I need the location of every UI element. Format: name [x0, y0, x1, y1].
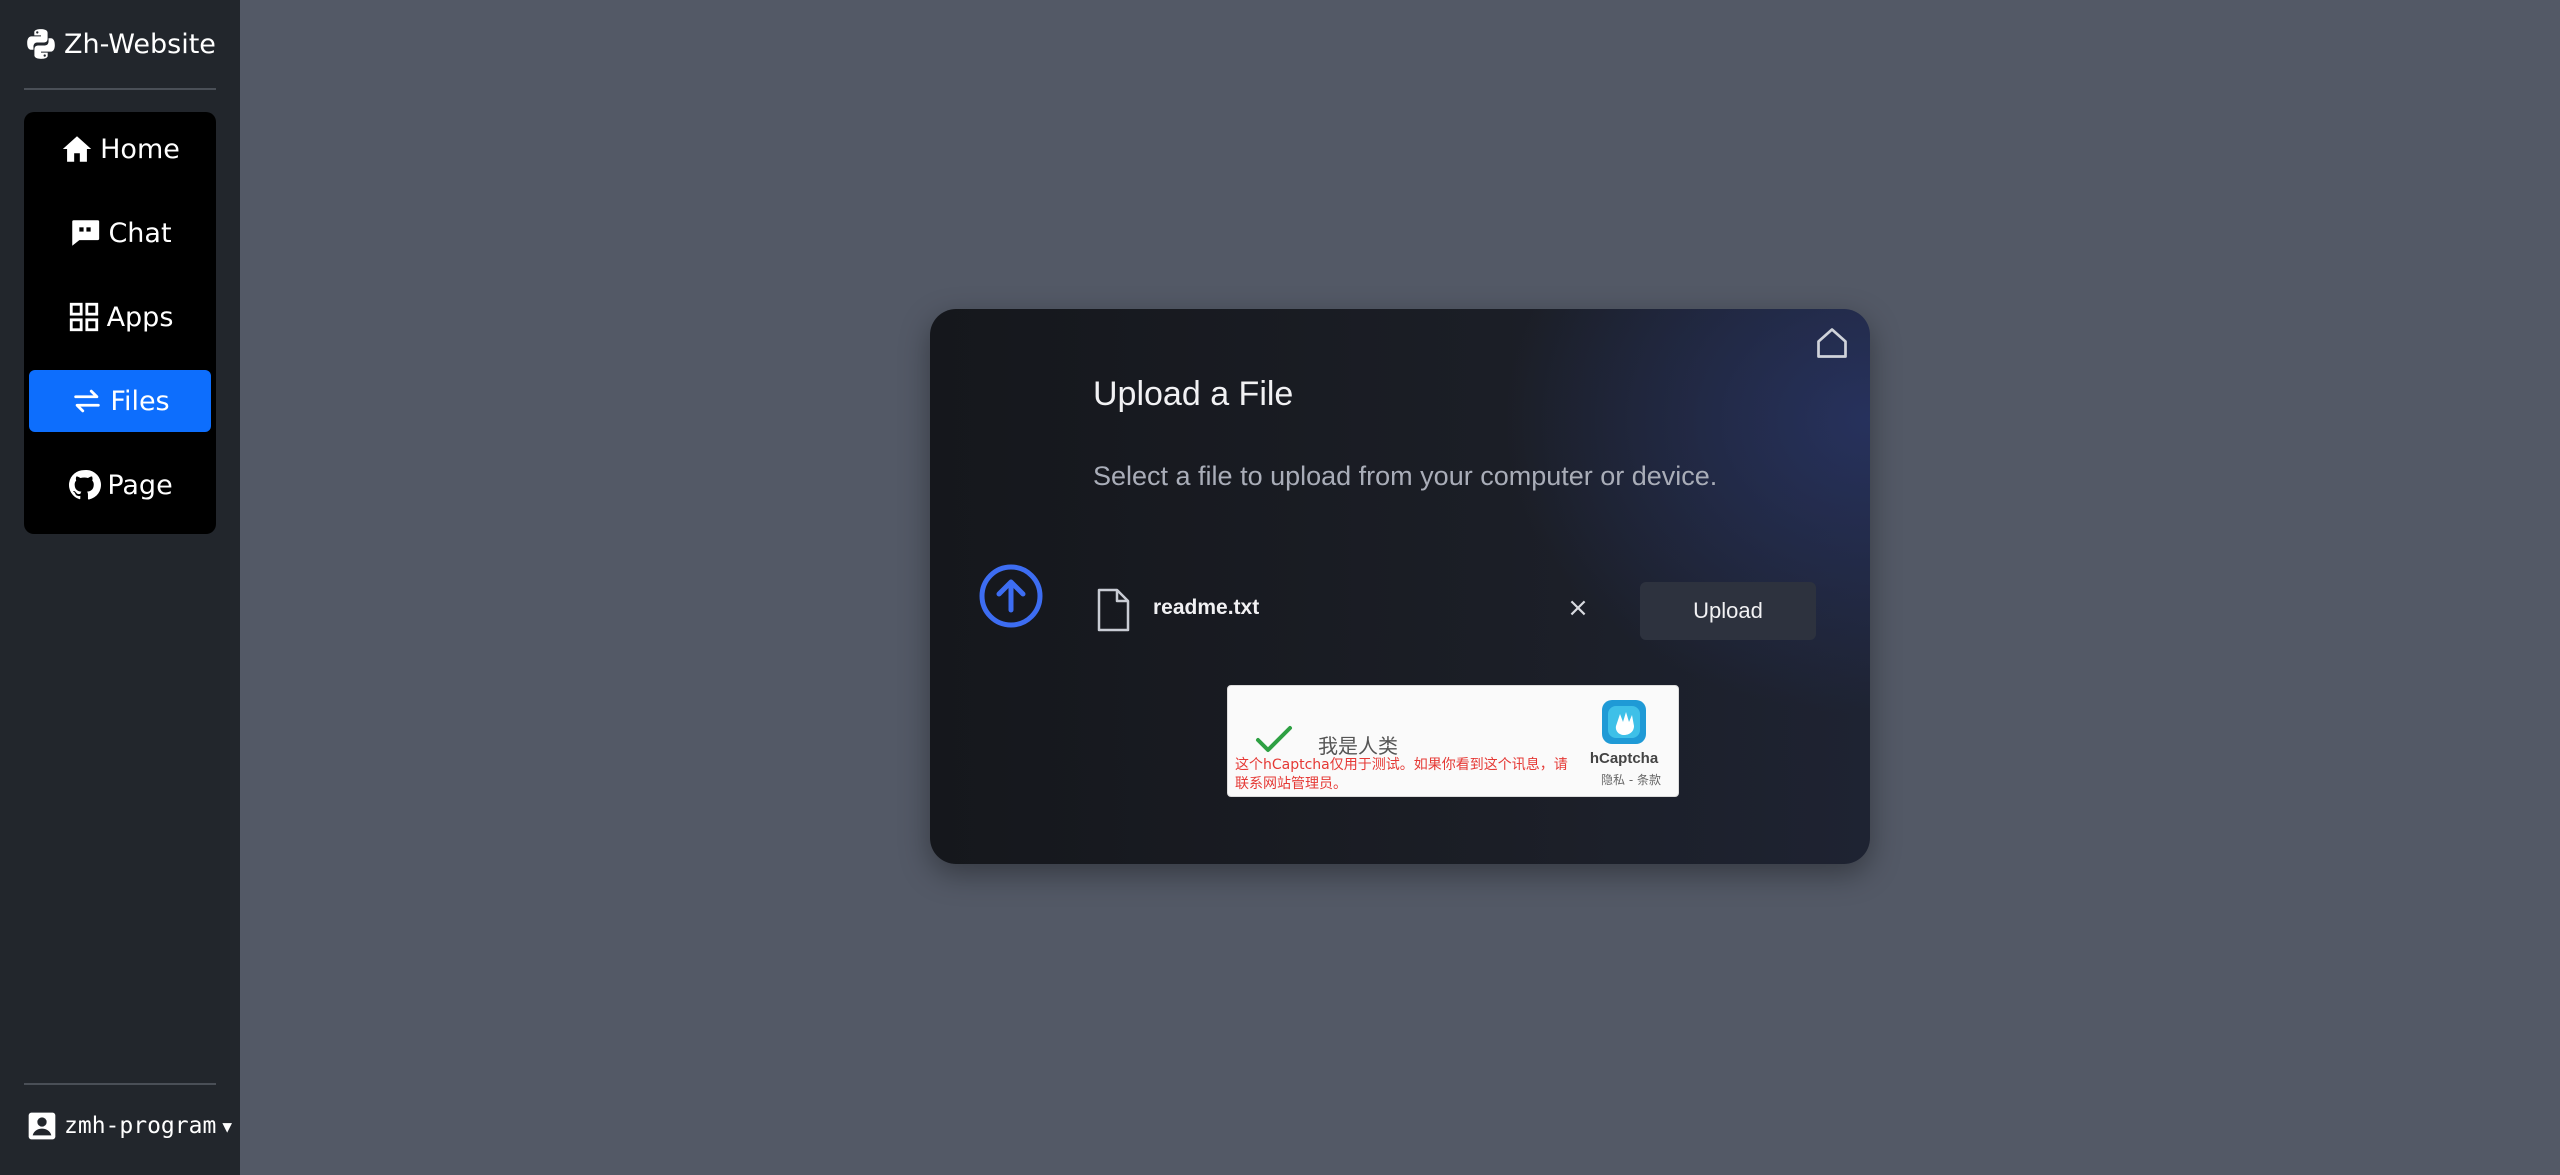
captcha-label: 我是人类 — [1318, 734, 1398, 758]
remove-file-button[interactable]: × — [1562, 592, 1594, 624]
sidebar-item-label: Page — [107, 469, 173, 501]
sidebar-item-files[interactable]: Files — [29, 370, 211, 432]
upload-arrow-icon — [979, 564, 1043, 628]
username: zmh-program — [64, 1113, 217, 1139]
sidebar-item-label: Apps — [106, 301, 174, 333]
hcaptcha-widget: 我是人类 这个hCaptcha仅用于测试。如果你看到这个讯息，请联系网站管理员。… — [1227, 685, 1679, 797]
sidebar: Zh-Website Home Chat Apps Files Page zmh… — [0, 0, 240, 1175]
sidebar-item-label: Files — [110, 385, 170, 417]
file-name: readme.txt — [1153, 596, 1260, 619]
apps-grid-icon — [67, 300, 101, 334]
sidebar-item-label: Home — [100, 133, 180, 165]
sidebar-item-home[interactable]: Home — [29, 118, 211, 180]
hcaptcha-privacy-terms-links[interactable]: 隐私 - 条款 — [1588, 771, 1674, 788]
divider — [24, 1083, 216, 1085]
home-icon — [60, 132, 94, 166]
upload-button[interactable]: Upload — [1640, 582, 1816, 640]
github-icon — [67, 468, 102, 502]
user-menu[interactable]: zmh-program ▼ — [26, 1106, 232, 1146]
hcaptcha-brand: hCaptcha — [1589, 750, 1659, 767]
hcaptcha-logo-icon — [1602, 700, 1646, 744]
file-icon — [1097, 588, 1130, 632]
user-avatar-icon — [28, 1112, 56, 1140]
brand-name: Zh-Website — [64, 28, 216, 60]
captcha-warning: 这个hCaptcha仅用于测试。如果你看到这个讯息，请联系网站管理员。 — [1235, 757, 1568, 792]
upload-card: Upload a File Select a file to upload fr… — [930, 309, 1870, 864]
home-icon[interactable] — [1814, 325, 1850, 361]
divider — [24, 88, 216, 90]
nav-menu: Home Chat Apps Files Page — [24, 112, 216, 534]
card-title: Upload a File — [1093, 375, 1294, 413]
brand[interactable]: Zh-Website — [24, 22, 216, 66]
caret-down-icon: ▼ — [222, 1116, 232, 1136]
checkmark-icon[interactable] — [1254, 724, 1294, 754]
sidebar-item-label: Chat — [108, 217, 172, 249]
python-logo-icon — [27, 29, 55, 59]
card-description: Select a file to upload from your comput… — [1093, 461, 1718, 491]
sidebar-item-page[interactable]: Page — [29, 454, 211, 516]
sidebar-item-chat[interactable]: Chat — [29, 202, 211, 264]
chat-icon — [68, 216, 102, 250]
swap-arrows-icon — [70, 384, 104, 418]
sidebar-item-apps[interactable]: Apps — [29, 286, 211, 348]
